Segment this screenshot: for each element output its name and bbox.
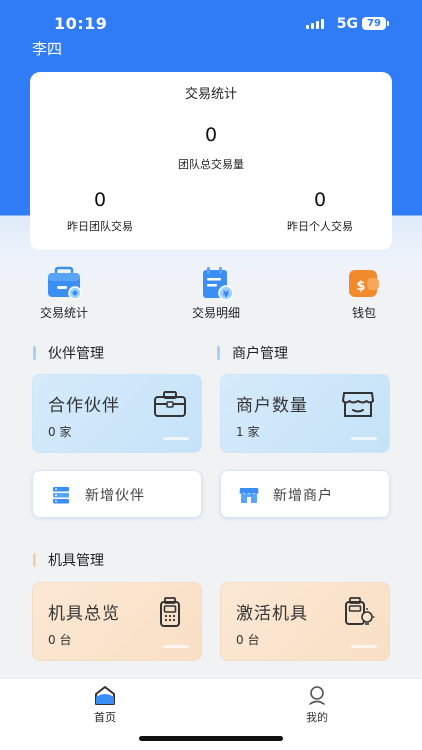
activate-device-title: 激活机具 <box>236 604 308 624</box>
tab-home[interactable]: 首页 <box>75 685 135 725</box>
briefcase-stats-icon <box>45 266 83 302</box>
tab-label: 我的 <box>306 711 328 724</box>
shortcut-label: 交易统计 <box>39 306 88 320</box>
add-merchant-label: 新增商户 <box>273 488 333 504</box>
partner-section-title: 伙伴管理 <box>33 343 104 363</box>
wallet-icon: $ <box>345 266 383 302</box>
terminal-bulb-icon <box>345 597 375 625</box>
activate-device-count: 0 台 <box>236 633 260 647</box>
merchant-tile[interactable]: 商户数量 1 家 <box>220 374 390 453</box>
tile-decoration <box>351 437 377 440</box>
network-label: 5G <box>336 16 358 32</box>
stats-card: 交易统计 0 团队总交易量 0 昨日团队交易 0 昨日个人交易 <box>30 72 392 250</box>
section-title-text: 机具管理 <box>48 553 104 569</box>
device-overview-tile[interactable]: 机具总览 0 台 <box>32 582 202 661</box>
tile-decoration <box>351 645 377 648</box>
partner-tile[interactable]: 合作伙伴 0 家 <box>32 374 202 453</box>
shortcut-trade-detail[interactable]: ¥ 交易明细 <box>171 266 261 321</box>
shop-icon <box>342 392 374 417</box>
status-bar: 10:19 5G 79 <box>0 0 422 36</box>
shortcut-label: 交易明细 <box>191 306 240 320</box>
device-section-title: 机具管理 <box>33 550 104 570</box>
server-stack-icon <box>53 487 69 504</box>
signal-icon <box>306 19 324 29</box>
battery-icon: 79 <box>362 17 389 30</box>
profile-icon <box>309 686 325 705</box>
home-indicator <box>139 736 283 741</box>
storefront-icon <box>239 488 259 503</box>
user-name: 李四 <box>32 40 63 58</box>
tab-label: 首页 <box>94 711 116 724</box>
device-overview-title: 机具总览 <box>48 604 120 624</box>
shortcut-wallet[interactable]: $ 钱包 <box>319 266 409 321</box>
shortcut-trade-stats[interactable]: 交易统计 <box>19 266 109 321</box>
add-partner-label: 新增伙伴 <box>85 488 145 504</box>
svg-text:¥: ¥ <box>223 290 230 300</box>
add-merchant-button[interactable]: 新增商户 <box>220 470 390 518</box>
status-time: 10:19 <box>54 14 108 33</box>
yesterday-personal-label: 昨日个人交易 <box>287 220 353 233</box>
section-accent-bar <box>33 346 36 360</box>
partner-count: 0 家 <box>48 425 72 439</box>
tab-profile[interactable]: 我的 <box>287 685 347 725</box>
team-total-label: 团队总交易量 <box>178 158 244 171</box>
briefcase-icon <box>154 391 186 417</box>
home-icon <box>95 686 115 705</box>
tile-decoration <box>163 645 189 648</box>
tile-decoration <box>163 437 189 440</box>
yesterday-personal-value: 0 <box>313 189 327 211</box>
merchant-tile-title: 商户数量 <box>236 396 308 416</box>
pos-terminal-icon <box>160 597 180 627</box>
add-partner-button[interactable]: 新增伙伴 <box>32 470 202 518</box>
team-total-value: 0 <box>204 124 218 146</box>
merchant-count: 1 家 <box>236 425 260 439</box>
partner-tile-title: 合作伙伴 <box>48 396 120 416</box>
section-accent-bar <box>33 553 36 567</box>
device-overview-count: 0 台 <box>48 633 72 647</box>
svg-text:$: $ <box>356 279 365 294</box>
section-title-text: 伙伴管理 <box>48 346 104 362</box>
merchant-section-title: 商户管理 <box>217 343 288 363</box>
activate-device-tile[interactable]: 激活机具 0 台 <box>220 582 390 661</box>
calendar-yen-icon: ¥ <box>197 266 235 302</box>
yesterday-team-value: 0 <box>93 189 107 211</box>
section-title-text: 商户管理 <box>232 346 288 362</box>
section-accent-bar <box>217 346 220 360</box>
yesterday-team-label: 昨日团队交易 <box>67 220 133 233</box>
stats-card-title: 交易统计 <box>184 87 237 102</box>
shortcut-label: 钱包 <box>351 306 376 320</box>
